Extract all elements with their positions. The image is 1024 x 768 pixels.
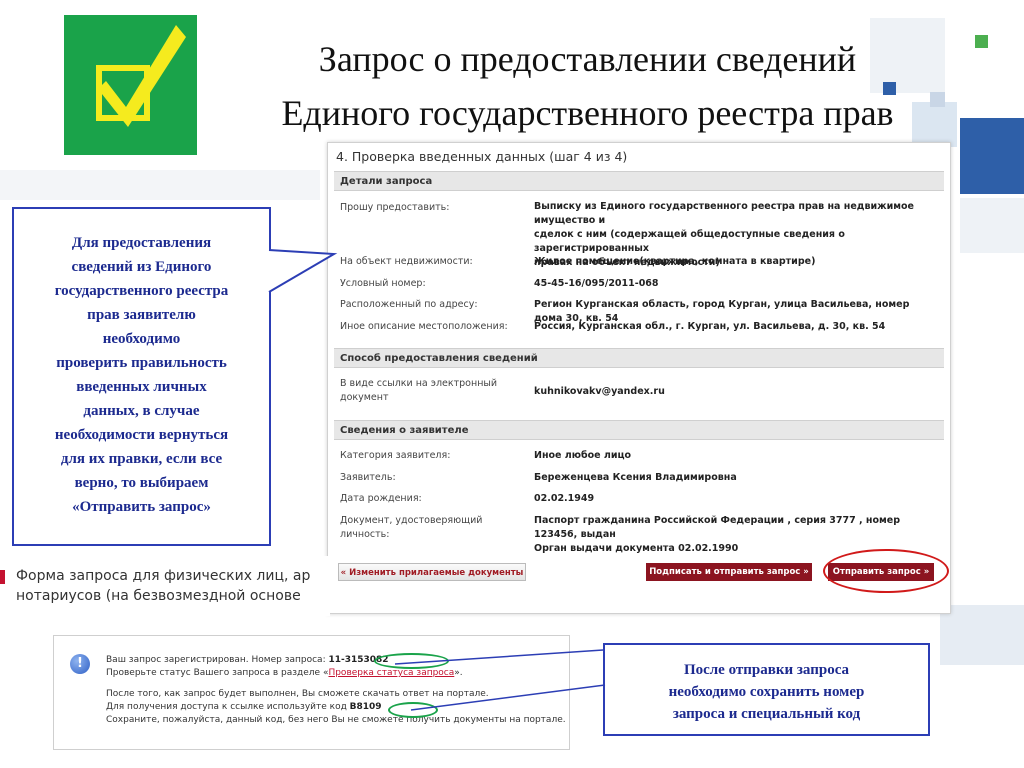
callout-pointers (268, 249, 606, 711)
left-callout-pointer (268, 249, 338, 293)
right-callout-pointer-1 (394, 649, 604, 665)
right-callout-pointer-2 (410, 684, 606, 711)
